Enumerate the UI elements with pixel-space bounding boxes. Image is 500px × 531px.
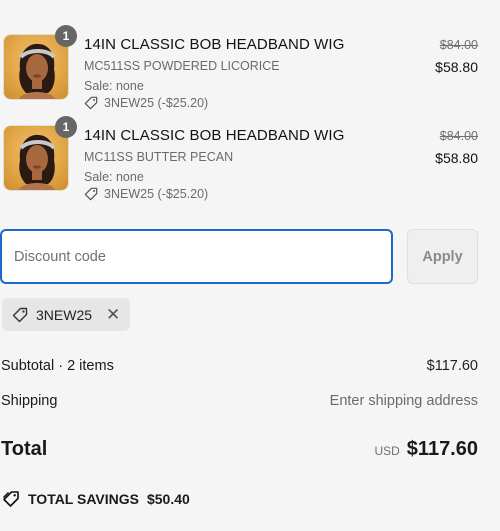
discounted-price: $58.80: [435, 150, 478, 166]
close-icon[interactable]: ✕: [106, 306, 120, 323]
line-item: 1 14IN CLASSIC BOB HEADBAND WIG MC511SS …: [0, 25, 500, 110]
quantity-badge: 1: [55, 116, 77, 138]
shipping-label: Shipping: [1, 393, 58, 409]
discounted-price: $58.80: [435, 59, 478, 75]
product-variant: MC511SS POWDERED LICORICE: [84, 59, 280, 73]
savings-value: $50.40: [146, 491, 190, 507]
total-label: Total: [1, 438, 48, 460]
product-title: 14IN CLASSIC BOB HEADBAND WIG: [84, 36, 345, 53]
item-discount-label: 3NEW25 (-$25.20): [104, 96, 209, 110]
subtotal-row: Subtotal · 2 items $117.60: [1, 358, 478, 374]
total-value: $117.60: [406, 438, 478, 460]
currency-code: USD: [374, 444, 400, 458]
original-price: $84.00: [439, 129, 478, 143]
product-variant: MC11SS BUTTER PECAN: [84, 150, 234, 164]
total-amount: USD $117.60: [374, 438, 478, 461]
subtotal-label: Subtotal · 2 items: [1, 358, 114, 374]
subtotal-value: $117.60: [426, 358, 478, 374]
shipping-value: Enter shipping address: [329, 393, 478, 409]
product-thumbnail: 1: [3, 116, 77, 191]
item-discount-label: 3NEW25 (-$25.20): [104, 187, 209, 201]
discount-code-input[interactable]: [0, 229, 393, 284]
applied-code-label: 3NEW25: [36, 306, 93, 323]
product-thumbnail: 1: [3, 25, 77, 100]
applied-discount-chip: 3NEW25 ✕: [2, 298, 131, 331]
quantity-badge: 1: [55, 25, 77, 47]
tag-icon: [12, 307, 28, 322]
savings-label: TOTAL SAVINGS: [28, 491, 139, 507]
item-discount: 3NEW25 (-$25.20): [84, 187, 208, 201]
tag-icon: [84, 187, 98, 201]
sale-info: Sale: none: [84, 170, 144, 184]
shipping-row: Shipping Enter shipping address: [1, 393, 478, 409]
item-discount: 3NEW25 (-$25.20): [84, 96, 208, 110]
total-savings: TOTAL SAVINGS $50.40: [2, 490, 190, 508]
apply-discount-button[interactable]: Apply: [407, 229, 478, 284]
line-item: 1 14IN CLASSIC BOB HEADBAND WIG MC11SS B…: [0, 116, 500, 201]
product-title: 14IN CLASSIC BOB HEADBAND WIG: [84, 127, 345, 144]
tag-icon: [84, 96, 98, 110]
sale-info: Sale: none: [84, 79, 144, 93]
original-price: $84.00: [439, 38, 478, 52]
tag-icon: [3, 491, 19, 507]
